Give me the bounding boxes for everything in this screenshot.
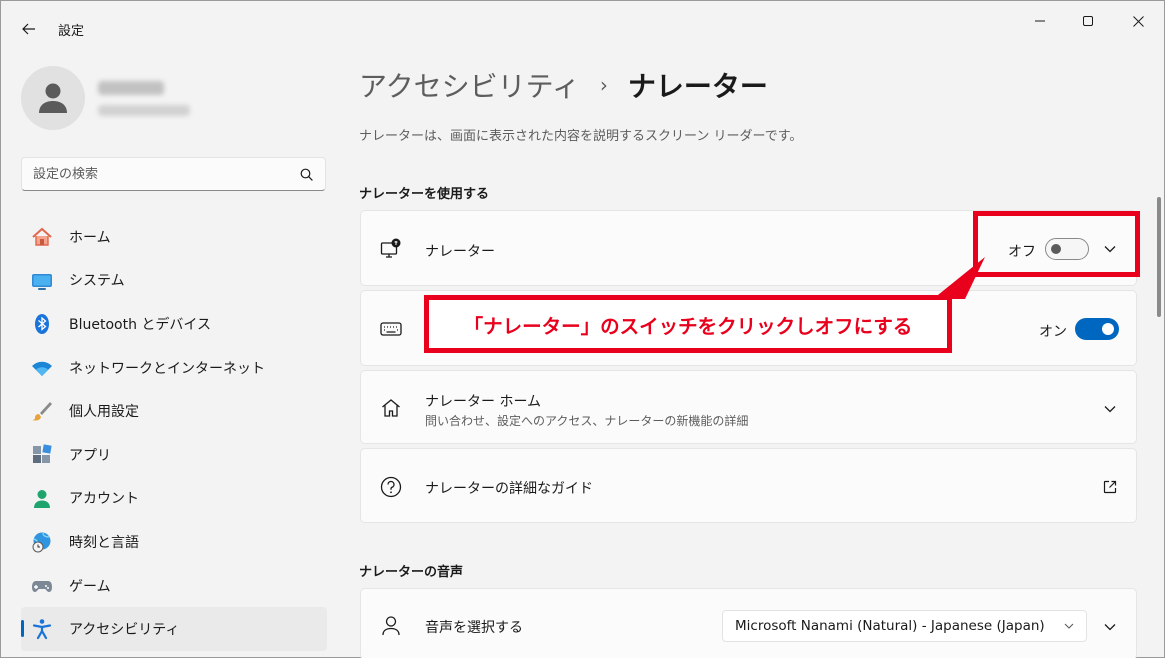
sidebar-item-label: ホーム [69, 229, 111, 246]
section-title-voice: ナレーターの音声 [359, 565, 464, 580]
close-button[interactable] [1115, 5, 1161, 37]
page-title: ナレーター [627, 70, 768, 103]
person-voice-icon [382, 616, 400, 636]
breadcrumb: アクセシビリティ › ナレーター [359, 65, 768, 105]
sidebar-item-accessibility[interactable]: アクセシビリティ [21, 607, 327, 651]
home-outline-icon [382, 399, 400, 417]
maximize-button[interactable] [1065, 5, 1111, 37]
breadcrumb-parent[interactable]: アクセシビリティ [359, 65, 580, 105]
bluetooth-icon [35, 314, 49, 335]
scrollbar[interactable] [1157, 197, 1161, 317]
person-icon [39, 83, 67, 113]
narrator-title: ナレーター [425, 244, 495, 260]
narrator-icon [380, 238, 401, 258]
narrator-guide-title: ナレーターの詳細なガイド [425, 481, 593, 497]
back-button[interactable] [15, 15, 43, 43]
globe-clock-icon [32, 532, 51, 553]
keyboard-icon [380, 322, 402, 336]
voice-select[interactable]: Microsoft Nanami (Natural) - Japanese (J… [722, 610, 1087, 642]
search-box[interactable] [21, 157, 326, 191]
sidebar-item-label: アカウント [69, 491, 139, 508]
chevron-down-icon [1104, 406, 1116, 413]
gamepad-icon [32, 580, 52, 592]
sidebar-item-time-language[interactable]: 時刻と言語 [21, 520, 327, 564]
narrator-home-title: ナレーター ホーム [425, 394, 542, 410]
title-bar: 設定 [1, 1, 1164, 57]
wifi-icon [32, 361, 52, 376]
sidebar-item-bluetooth[interactable]: Bluetooth とデバイス [21, 302, 327, 346]
sidebar-nav: ホーム システム Bluetooth とデバイス ネットワークとインターネット … [21, 215, 327, 651]
sidebar-item-label: 時刻と言語 [69, 534, 139, 551]
minimize-icon [1035, 20, 1045, 22]
search-icon [300, 168, 313, 181]
sidebar-item-label: アクセシビリティ [69, 622, 180, 639]
sidebar-item-label: アプリ [69, 447, 111, 464]
voice-select-value: Microsoft Nanami (Natural) - Japanese (J… [735, 618, 1045, 634]
home-icon [32, 227, 52, 246]
narrator-home-card[interactable]: ナレーター ホーム 問い合わせ、設定へのアクセス、ナレーターの新機能の詳細 [360, 370, 1137, 444]
sidebar-item-gaming[interactable]: ゲーム [21, 564, 327, 608]
shortcut-toggle[interactable] [1075, 318, 1119, 340]
sidebar-item-label: ネットワークとインターネット [69, 360, 265, 377]
sidebar-item-accounts[interactable]: アカウント [21, 477, 327, 521]
avatar[interactable] [21, 66, 85, 130]
accessibility-icon [32, 619, 52, 640]
sidebar-item-home[interactable]: ホーム [21, 215, 327, 259]
voice-card: 音声を選択する Microsoft Nanami (Natural) - Jap… [360, 588, 1137, 658]
search-input[interactable] [22, 158, 292, 190]
sidebar-item-personalization[interactable]: 個人用設定 [21, 389, 327, 433]
help-icon [380, 476, 402, 498]
narrator-guide-card[interactable]: ナレーターの詳細なガイド [360, 448, 1137, 523]
annotation-callout: 「ナレーター」のスイッチをクリックしオフにする [424, 295, 952, 353]
page-description: ナレーターは、画面に表示された内容を説明するスクリーン リーダーです。 [359, 129, 803, 144]
breadcrumb-separator: › [599, 73, 608, 97]
section-title-use: ナレーターを使用する [359, 187, 490, 202]
sidebar-item-apps[interactable]: アプリ [21, 433, 327, 477]
close-icon [1132, 15, 1144, 27]
active-indicator [21, 620, 24, 638]
sidebar-item-label: Bluetooth とデバイス [69, 316, 211, 333]
apps-icon [33, 444, 52, 463]
sidebar-item-network[interactable]: ネットワークとインターネット [21, 346, 327, 390]
toggle-knob [1102, 323, 1114, 335]
maximize-icon [1083, 16, 1093, 26]
shortcut-toggle-label: オン [1039, 324, 1067, 340]
user-email-blurred [98, 105, 190, 116]
sidebar-item-label: 個人用設定 [69, 404, 139, 421]
external-link-icon [1103, 480, 1117, 494]
sidebar-item-label: システム [69, 273, 125, 290]
voice-title: 音声を選択する [425, 620, 523, 636]
monitor-icon [32, 273, 52, 290]
chevron-down-icon[interactable] [1103, 620, 1117, 634]
sidebar-item-label: ゲーム [69, 578, 111, 595]
brush-icon [32, 402, 52, 421]
highlight-box [973, 211, 1140, 277]
user-name-blurred [98, 81, 164, 95]
minimize-button[interactable] [1017, 5, 1063, 37]
account-icon [34, 489, 50, 508]
app-title: 設定 [58, 24, 85, 39]
narrator-home-subtitle: 問い合わせ、設定へのアクセス、ナレーターの新機能の詳細 [425, 414, 749, 428]
arrow-left-icon [22, 23, 35, 35]
sidebar-item-system[interactable]: システム [21, 259, 327, 303]
chevron-down-icon [1064, 623, 1074, 629]
